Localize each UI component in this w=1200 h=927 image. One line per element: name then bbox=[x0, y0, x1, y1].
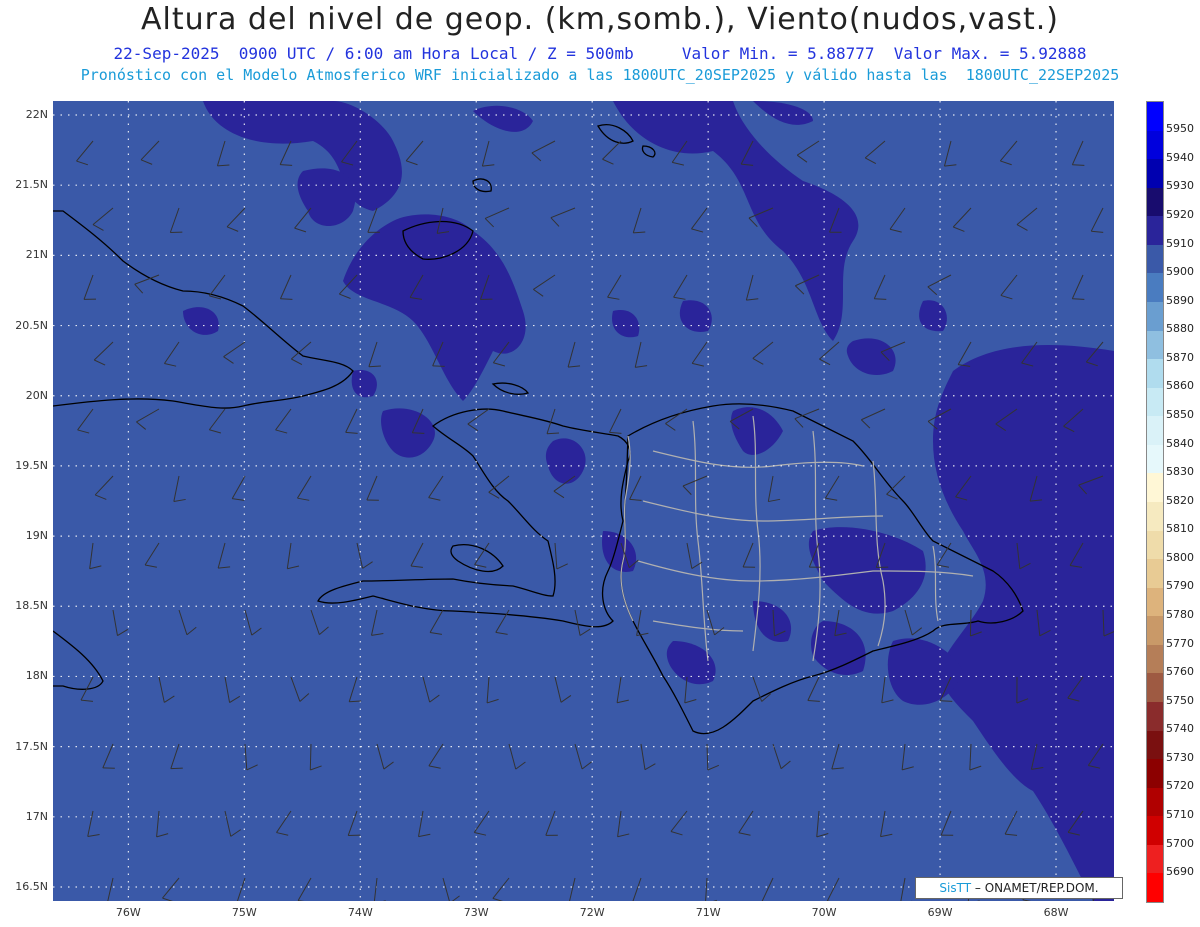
color-scale-label: 5950 bbox=[1166, 122, 1194, 136]
color-scale-label: 5710 bbox=[1166, 808, 1194, 821]
color-swatch bbox=[1147, 187, 1163, 217]
map-canvas bbox=[53, 101, 1114, 901]
color-swatch bbox=[1147, 873, 1163, 902]
credit-text: – ONAMET/REP.DOM. bbox=[971, 881, 1099, 895]
lon-tick-label: 73W bbox=[463, 906, 489, 919]
color-scale-label: 5820 bbox=[1166, 493, 1194, 507]
lat-tick-label: 19.5N bbox=[15, 458, 48, 472]
color-swatch bbox=[1147, 444, 1163, 474]
color-swatch bbox=[1147, 787, 1163, 817]
lat-tick-label: 17.5N bbox=[15, 739, 48, 753]
color-scale-label: 5930 bbox=[1166, 179, 1194, 193]
color-swatch bbox=[1147, 673, 1163, 703]
color-scale-label: 5770 bbox=[1166, 636, 1194, 650]
credit-brand: SisTT bbox=[939, 881, 972, 895]
lat-tick-label: 21.5N bbox=[15, 178, 48, 192]
lon-tick-label: 68W bbox=[1043, 906, 1069, 919]
color-scale-label: 5920 bbox=[1166, 208, 1194, 221]
color-scale-label: 5830 bbox=[1166, 465, 1194, 479]
color-swatch bbox=[1147, 502, 1163, 532]
lat-tick-label: 17N bbox=[25, 809, 48, 823]
forecast-time: 22-Sep-2025 0900 UTC / 6:00 am Hora Loca… bbox=[113, 44, 634, 63]
color-scale-label: 5900 bbox=[1166, 265, 1194, 279]
color-swatch bbox=[1147, 530, 1163, 560]
color-swatch bbox=[1147, 644, 1163, 674]
color-swatch bbox=[1147, 387, 1163, 417]
color-scale-label: 5810 bbox=[1166, 522, 1194, 536]
lon-tick-label: 75W bbox=[231, 906, 257, 919]
color-swatch bbox=[1147, 416, 1163, 446]
color-scale-label: 5740 bbox=[1166, 722, 1194, 736]
lon-tick-label: 70W bbox=[811, 906, 837, 919]
color-scale-label: 5800 bbox=[1166, 550, 1194, 564]
color-swatch bbox=[1147, 587, 1163, 617]
color-scale-label: 5860 bbox=[1166, 379, 1194, 393]
lat-tick-label: 18N bbox=[25, 669, 48, 683]
color-scale-label: 5940 bbox=[1166, 150, 1194, 164]
color-swatch bbox=[1147, 216, 1163, 246]
color-swatch bbox=[1147, 816, 1163, 846]
color-scale-label: 5700 bbox=[1166, 836, 1194, 850]
lon-tick-label: 74W bbox=[347, 906, 373, 919]
color-scale-label: 5760 bbox=[1166, 665, 1194, 679]
color-scale-label: 5730 bbox=[1166, 750, 1194, 764]
model-info: Pronóstico con el Modelo Atmosferico WRF… bbox=[80, 66, 1120, 84]
color-swatch bbox=[1147, 730, 1163, 760]
color-scale-label: 5840 bbox=[1166, 436, 1194, 450]
color-swatch bbox=[1147, 273, 1163, 303]
lon-tick-label: 72W bbox=[579, 906, 605, 919]
lat-tick-label: 18.5N bbox=[15, 599, 48, 613]
color-swatch bbox=[1147, 302, 1163, 332]
color-swatch bbox=[1147, 616, 1163, 646]
lon-tick-label: 76W bbox=[115, 906, 141, 919]
color-scale-label: 5890 bbox=[1166, 293, 1194, 307]
color-swatch bbox=[1147, 359, 1163, 389]
color-scale-bar bbox=[1146, 101, 1164, 903]
lon-tick-label: 69W bbox=[927, 906, 953, 919]
color-scale-label: 5910 bbox=[1166, 236, 1194, 250]
credit-box: SisTT – ONAMET/REP.DOM. bbox=[915, 877, 1123, 899]
color-scale-label: 5880 bbox=[1166, 322, 1194, 336]
lat-tick-label: 19N bbox=[25, 529, 48, 543]
lon-tick-label: 71W bbox=[695, 906, 721, 919]
forecast-time-line: 22-Sep-2025 0900 UTC / 6:00 am Hora Loca… bbox=[0, 44, 1200, 63]
color-swatch bbox=[1147, 244, 1163, 274]
color-swatch bbox=[1147, 159, 1163, 189]
color-swatch bbox=[1147, 844, 1163, 874]
color-swatch bbox=[1147, 473, 1163, 503]
lat-tick-label: 22N bbox=[25, 108, 48, 122]
lat-tick-label: 21N bbox=[25, 248, 48, 262]
color-swatch bbox=[1147, 330, 1163, 360]
value-range: Valor Min. = 5.88777 Valor Max. = 5.9288… bbox=[681, 44, 1087, 63]
color-swatch bbox=[1147, 130, 1163, 160]
color-scale-label: 5790 bbox=[1166, 579, 1194, 593]
map-title: Altura del nivel de geop. (km,somb.), Vi… bbox=[141, 2, 1059, 37]
color-scale-label: 5750 bbox=[1166, 693, 1194, 707]
lat-tick-label: 20.5N bbox=[15, 318, 48, 332]
color-swatch bbox=[1147, 102, 1163, 132]
lat-tick-label: 16.5N bbox=[15, 879, 48, 893]
color-scale-label: 5870 bbox=[1166, 350, 1194, 364]
lat-tick-label: 20N bbox=[25, 388, 48, 402]
color-swatch bbox=[1147, 702, 1163, 732]
color-scale-label: 5720 bbox=[1166, 779, 1194, 793]
color-swatch bbox=[1147, 559, 1163, 589]
color-swatch bbox=[1147, 759, 1163, 789]
color-scale-label: 5780 bbox=[1166, 608, 1194, 621]
color-scale-label: 5850 bbox=[1166, 408, 1194, 421]
forecast-map bbox=[53, 101, 1114, 901]
color-scale-label: 5690 bbox=[1166, 865, 1194, 879]
